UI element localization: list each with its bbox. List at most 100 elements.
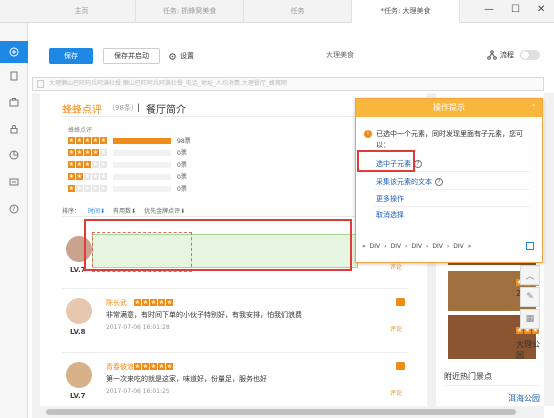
divider <box>444 385 540 386</box>
horizontal-scrollbar[interactable] <box>32 406 544 418</box>
tab-task-mafengwo[interactable]: 任务: 抓蜂窝美食 <box>136 0 244 23</box>
rating-count: 0票 <box>177 174 187 181</box>
close-button[interactable]: ✕ <box>537 4 545 15</box>
cancel-selection-option[interactable]: 取消选择 <box>376 210 404 220</box>
rating-row: ★ ★ ★ ★ ★ 0票 <box>68 184 187 193</box>
flow-label: 流程 <box>500 51 514 59</box>
gear-icon <box>169 52 176 60</box>
info-icon: ! <box>364 130 372 138</box>
sort-by-time[interactable]: 时间⬇ <box>88 206 105 215</box>
star-icon: ★ <box>92 161 99 168</box>
save-and-start-button[interactable]: 保存并启动 <box>103 48 160 64</box>
minimize-button[interactable]: — <box>484 4 494 15</box>
lock-icon[interactable] <box>0 118 28 140</box>
option-highlight-box <box>357 150 415 172</box>
comment-link[interactable]: 评论 <box>390 388 402 397</box>
avatar[interactable] <box>66 298 92 324</box>
tab-task-dali[interactable]: *任务: 大理美食 <box>352 0 460 23</box>
tab-home[interactable]: 主页 <box>28 0 136 23</box>
star-icon: ★ <box>92 149 99 156</box>
back-to-top-icon[interactable]: ︿ <box>520 265 540 285</box>
avatar[interactable] <box>66 362 92 388</box>
rating-stars: ★ ★ ★ ★ ★ <box>68 137 107 144</box>
option-label: 更多操作 <box>376 195 404 203</box>
settings-button[interactable]: 设置 <box>168 48 194 64</box>
external-link-icon[interactable] <box>526 242 534 250</box>
vertical-scrollbar[interactable] <box>544 93 554 406</box>
message-icon[interactable] <box>0 171 28 193</box>
star-icon: ★ <box>142 299 149 306</box>
tab-task[interactable]: 任务 <box>244 0 352 23</box>
rating-stars: ★ ★ ★ ★ ★ <box>68 161 107 168</box>
star-icon: ★ <box>100 161 107 168</box>
maximize-button[interactable]: ☐ <box>511 4 520 15</box>
breadcrumb-div[interactable]: DIV <box>411 243 422 250</box>
breadcrumb-div[interactable]: DIV <box>432 243 443 250</box>
rating-row: ★ ★ ★ ★ ★ 98票 <box>68 136 191 145</box>
tab-strip: 主页 任务: 抓蜂窝美食 任务 *任务: 大理美食 <box>28 0 460 23</box>
rating-count: 98票 <box>177 138 191 145</box>
star-icon: ★ <box>76 137 83 144</box>
restaurant-intro-tab[interactable]: 餐厅简介 <box>146 101 186 116</box>
rating-count: 0票 <box>177 150 187 157</box>
scroll-thumb[interactable] <box>46 409 516 415</box>
sort-by-useful[interactable]: 有用数⬇ <box>113 206 136 215</box>
place-name: 大理公园 <box>516 340 540 360</box>
add-icon[interactable] <box>0 41 28 63</box>
edit-icon[interactable]: ✎ <box>520 287 540 307</box>
popup-header: 操作提示 ⌃ <box>356 99 542 117</box>
breadcrumb-separator: › <box>446 243 450 250</box>
collapse-icon[interactable]: ⌃ <box>530 99 537 117</box>
tab-label: 任务: 抓蜂窝美食 <box>162 7 217 15</box>
place-name[interactable]: 洱海公园 <box>508 393 540 404</box>
comment-link[interactable]: 评论 <box>390 262 402 271</box>
sort-label: 排序： <box>62 208 81 215</box>
briefcase-icon[interactable] <box>0 91 28 113</box>
breadcrumb-div[interactable]: DIV <box>391 243 402 250</box>
rating-bar-fill <box>113 137 171 144</box>
like-icon[interactable] <box>396 298 405 306</box>
like-icon[interactable] <box>396 362 405 370</box>
title-bar: 主页 任务: 抓蜂窝美食 任务 *任务: 大理美食 — ☐ ✕ <box>0 0 554 23</box>
star-icon: ★ <box>100 173 107 180</box>
divider <box>62 352 408 353</box>
pie-chart-icon[interactable] <box>0 144 28 166</box>
collect-text-option[interactable]: 采集该元素的文本 ? <box>376 177 443 187</box>
breadcrumb-separator[interactable]: « <box>362 243 366 250</box>
flow-toggle[interactable] <box>520 50 540 60</box>
review-stars: ★★★★★ <box>134 363 173 370</box>
more-actions-option[interactable]: 更多操作 <box>376 194 404 204</box>
help-icon[interactable]: ? <box>414 160 422 168</box>
review-title[interactable]: 蜂蜂点评 <box>62 101 102 116</box>
rating-stars: ★ ★ ★ ★ ★ <box>68 185 107 192</box>
divider <box>374 189 530 190</box>
review-date: 2017-07-06 16:01:25 <box>106 388 170 395</box>
page-icon <box>37 80 44 88</box>
star-icon: ★ <box>84 173 91 180</box>
star-icon: ★ <box>150 299 157 306</box>
breadcrumb-div[interactable]: DIV <box>370 243 381 250</box>
grid-icon[interactable]: ▦ <box>520 309 540 329</box>
star-icon: ★ <box>134 299 141 306</box>
address-bar[interactable]: 大理懒山巴旺阿兵阿满社餐.懒山巴旺阿兵阿满社餐_电话_地址_人均消费.大理餐厅_… <box>32 77 544 91</box>
help-icon[interactable]: ? <box>435 178 443 186</box>
rating-count: 0票 <box>177 186 187 193</box>
sort-by-gold[interactable]: 优先金牌点评⬇ <box>144 206 185 215</box>
flow-button[interactable]: 流程 <box>487 50 514 60</box>
comment-link[interactable]: 评论 <box>390 324 402 333</box>
star-icon: ★ <box>76 161 83 168</box>
star-icon: ★ <box>84 149 91 156</box>
document-icon[interactable] <box>0 65 28 87</box>
title-separator: 丨 <box>134 104 144 114</box>
divider <box>62 288 408 289</box>
breadcrumb-separator[interactable]: » <box>468 243 472 250</box>
star-icon: ★ <box>150 363 157 370</box>
nearby-attractions-title: 附近热门景点 <box>444 372 492 381</box>
help-icon[interactable]: ? <box>0 198 28 220</box>
star-icon: ★ <box>166 363 173 370</box>
rating-stars: ★ ★ ★ ★ ★ <box>68 149 107 156</box>
save-button[interactable]: 保存 <box>49 48 93 64</box>
star-icon: ★ <box>76 173 83 180</box>
breadcrumb-div[interactable]: DIV <box>453 243 464 250</box>
reviewer-name[interactable]: 陈长武 <box>106 298 127 308</box>
